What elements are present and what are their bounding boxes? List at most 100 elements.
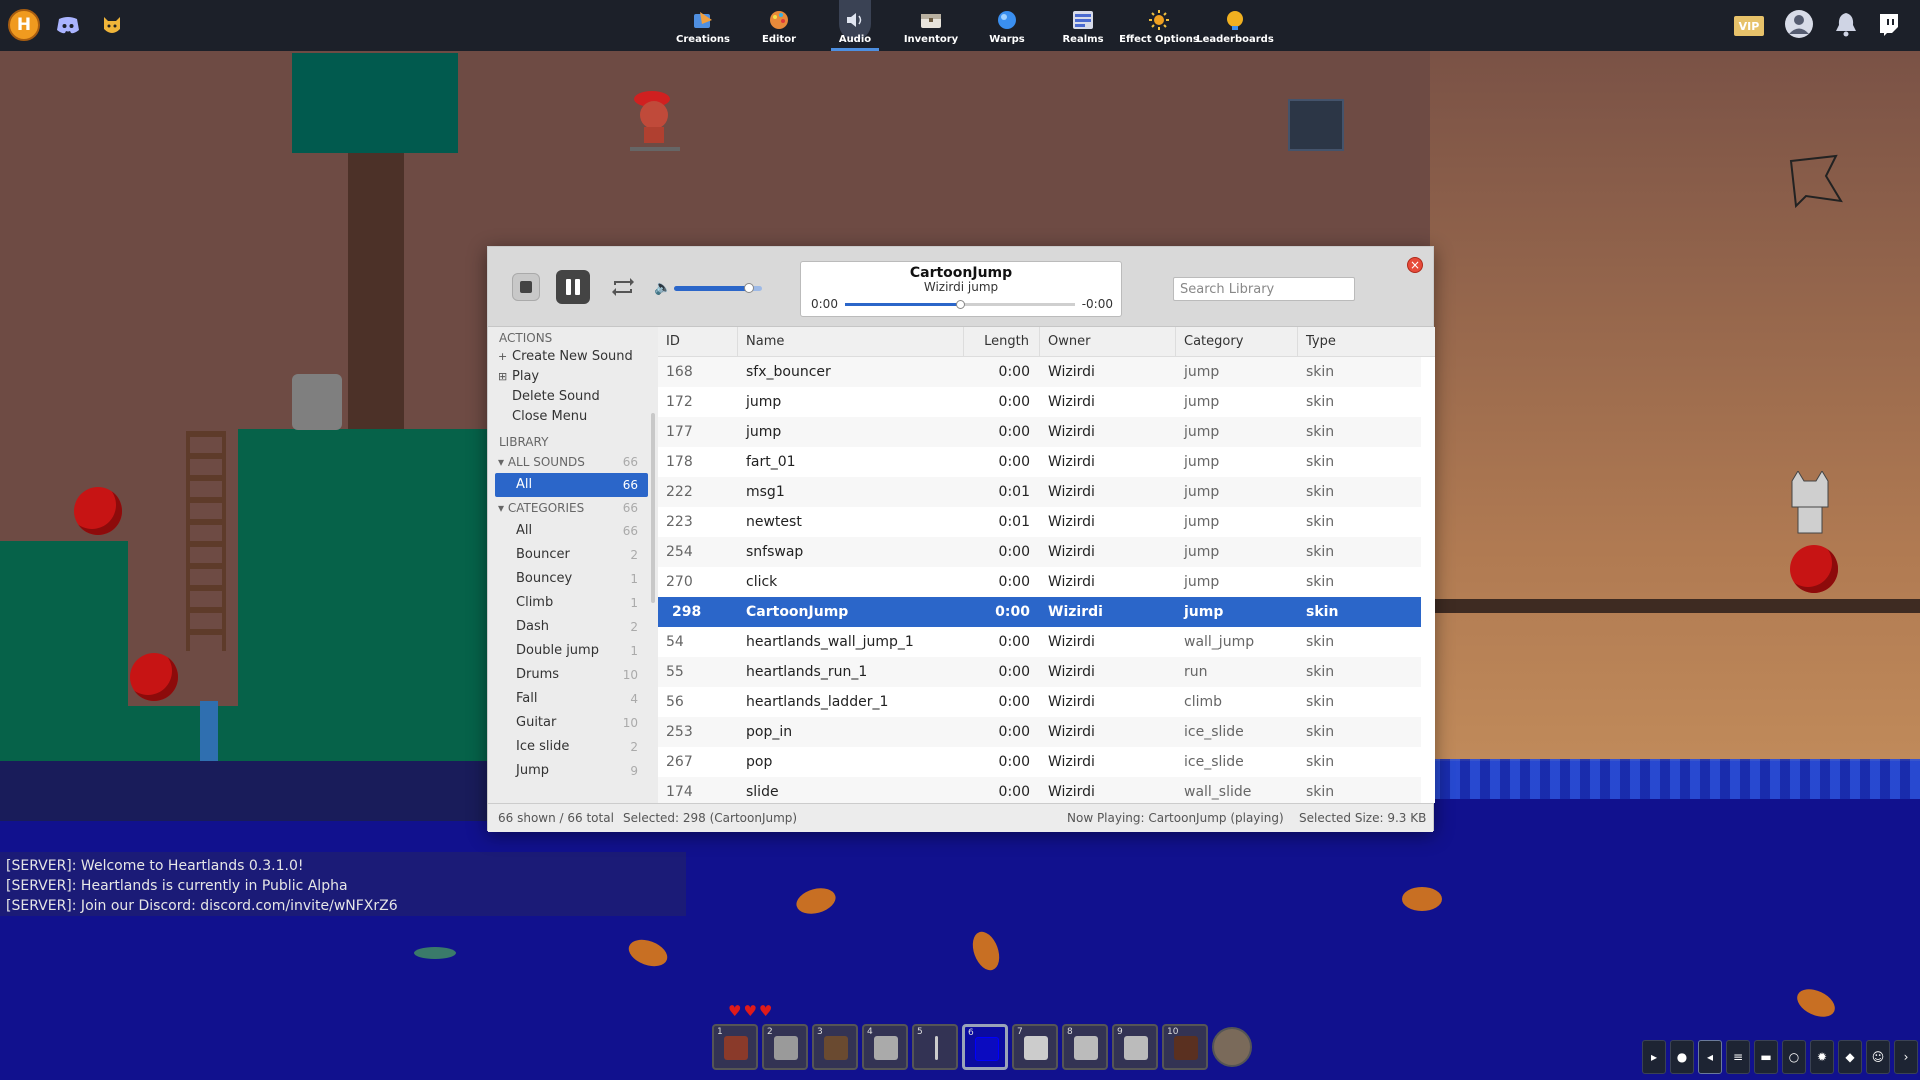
category-item[interactable]: Bouncer 2 xyxy=(488,543,658,567)
cell-id: 267 xyxy=(666,754,693,770)
seek-bar[interactable] xyxy=(845,300,1075,309)
category-item[interactable]: Bouncey 1 xyxy=(488,567,658,591)
heartlands-logo-icon[interactable]: H xyxy=(8,9,40,41)
table-row[interactable]: 253 pop_in 0:00 Wizirdi ice_slide skin xyxy=(658,717,1421,747)
status-now-playing: Now Playing: CartoonJump (playing) xyxy=(1067,811,1284,825)
seek-bar-thumb[interactable] xyxy=(956,300,965,309)
mini-palette-icon[interactable]: ● xyxy=(1670,1040,1694,1074)
hotbar-slot[interactable]: 7 xyxy=(1012,1024,1058,1070)
category-item[interactable]: Ice slide 2 xyxy=(488,735,658,759)
category-item[interactable]: Climb 1 xyxy=(488,591,658,615)
sidebar-scrollbar[interactable] xyxy=(651,413,655,603)
play-action[interactable]: ⊞ Play xyxy=(488,367,658,387)
column-header-type[interactable]: Type xyxy=(1298,327,1408,356)
hotbar-extra-slot[interactable] xyxy=(1212,1027,1252,1067)
main-nav: Creations Editor Audio Inventory Warps R… xyxy=(665,0,1274,51)
hotbar-slot-selected[interactable]: 6 xyxy=(962,1024,1008,1070)
nav-editor[interactable]: Editor xyxy=(741,0,817,51)
library-item-all[interactable]: All 66 xyxy=(495,473,648,497)
mini-creations-icon[interactable]: ▸ xyxy=(1642,1040,1666,1074)
nav-effect-options[interactable]: Effect Options xyxy=(1119,0,1199,51)
category-item[interactable]: Guitar 10 xyxy=(488,711,658,735)
create-new-sound-action[interactable]: + Create New Sound xyxy=(488,347,658,367)
mini-chest-icon[interactable]: ▬ xyxy=(1754,1040,1778,1074)
cell-category: jump xyxy=(1184,364,1220,380)
bell-icon[interactable] xyxy=(1834,11,1858,41)
table-row-selected[interactable]: 298 CartoonJump 0:00 Wizirdi jump skin xyxy=(658,597,1421,627)
cell-name: click xyxy=(746,574,778,590)
nav-leaderboards[interactable]: Leaderboards xyxy=(1196,0,1274,51)
chat-message: [SERVER]: Join our Discord: discord.com/… xyxy=(6,898,398,914)
close-menu-action[interactable]: Close Menu xyxy=(488,407,658,427)
nav-creations[interactable]: Creations xyxy=(665,0,741,51)
volume-icon: 🔈 xyxy=(654,280,672,296)
category-item[interactable]: Jump 9 xyxy=(488,759,658,783)
nav-inventory[interactable]: Inventory xyxy=(893,0,969,51)
mini-layers-icon[interactable]: ◆ xyxy=(1838,1040,1862,1074)
table-row[interactable]: 172 jump 0:00 Wizirdi jump skin xyxy=(658,387,1421,417)
mini-face-icon[interactable]: ☺ xyxy=(1866,1040,1890,1074)
cell-id: 270 xyxy=(666,574,693,590)
table-row[interactable]: 174 slide 0:00 Wizirdi wall_slide skin xyxy=(658,777,1421,803)
nav-warps[interactable]: Warps xyxy=(969,0,1045,51)
hotbar-slot[interactable]: 4 xyxy=(862,1024,908,1070)
stop-button[interactable] xyxy=(512,273,540,301)
plus-icon: + xyxy=(498,350,508,363)
vip-badge[interactable]: VIP xyxy=(1734,16,1764,36)
table-row[interactable]: 267 pop 0:00 Wizirdi ice_slide skin xyxy=(658,747,1421,777)
category-item[interactable]: Double jump 1 xyxy=(488,639,658,663)
cell-owner: Wizirdi xyxy=(1048,724,1095,740)
hotbar-slot[interactable]: 5 xyxy=(912,1024,958,1070)
mini-orb-icon[interactable]: ○ xyxy=(1782,1040,1806,1074)
category-item[interactable]: Dash 2 xyxy=(488,615,658,639)
table-row[interactable]: 55 heartlands_run_1 0:00 Wizirdi run skin xyxy=(658,657,1421,687)
cell-owner: Wizirdi xyxy=(1048,514,1095,530)
close-window-button[interactable]: × xyxy=(1407,257,1423,273)
nav-realms[interactable]: Realms xyxy=(1045,0,1121,51)
column-header-category[interactable]: Category xyxy=(1176,327,1298,356)
volume-slider-thumb[interactable] xyxy=(743,283,754,293)
mini-realms-icon[interactable]: ≡ xyxy=(1726,1040,1750,1074)
quick-tray: ▸ ● ◂ ≡ ▬ ○ ✹ ◆ ☺ › xyxy=(1642,1040,1918,1074)
category-item[interactable]: All 66 xyxy=(488,519,658,543)
profile-icon[interactable] xyxy=(1784,9,1814,43)
table-row[interactable]: 178 fart_01 0:00 Wizirdi jump skin xyxy=(658,447,1421,477)
cell-id: 222 xyxy=(666,484,693,500)
category-item[interactable]: Fall 4 xyxy=(488,687,658,711)
hotbar-slot[interactable]: 1 xyxy=(712,1024,758,1070)
table-row[interactable]: 168 sfx_bouncer 0:00 Wizirdi jump skin xyxy=(658,357,1421,387)
loop-button[interactable] xyxy=(606,270,640,304)
player-character xyxy=(618,81,688,161)
column-header-name[interactable]: Name xyxy=(738,327,964,356)
tiger-icon[interactable] xyxy=(96,9,128,41)
delete-sound-action[interactable]: Delete Sound xyxy=(488,387,658,407)
table-row[interactable]: 254 snfswap 0:00 Wizirdi jump skin xyxy=(658,537,1421,567)
hotbar-slot[interactable]: 2 xyxy=(762,1024,808,1070)
audio-library-window: 🔈 CartoonJump Wizirdi jump 0:00 -0:00 × … xyxy=(487,246,1435,832)
hotbar-slot[interactable]: 10 xyxy=(1162,1024,1208,1070)
hotbar-slot[interactable]: 3 xyxy=(812,1024,858,1070)
search-library-input[interactable] xyxy=(1173,277,1355,301)
table-row[interactable]: 56 heartlands_ladder_1 0:00 Wizirdi climb ski… xyxy=(658,687,1421,717)
table-row[interactable]: 54 heartlands_wall_jump_1 0:00 Wizirdi wall_… xyxy=(658,627,1421,657)
table-row[interactable]: 222 msg1 0:01 Wizirdi jump skin xyxy=(658,477,1421,507)
categories-group[interactable]: ▾ CATEGORIES 66 xyxy=(488,497,658,519)
column-header-owner[interactable]: Owner xyxy=(1040,327,1176,356)
pause-button[interactable] xyxy=(556,270,590,304)
nav-audio[interactable]: Audio xyxy=(817,0,893,51)
table-row[interactable]: 223 newtest 0:01 Wizirdi jump skin xyxy=(658,507,1421,537)
column-header-length[interactable]: Length xyxy=(964,327,1040,356)
column-header-id[interactable]: ID xyxy=(658,327,738,356)
all-sounds-group[interactable]: ▾ ALL SOUNDS 66 xyxy=(488,451,658,473)
mini-speaker-icon[interactable]: ◂ xyxy=(1698,1040,1722,1074)
mini-sun-icon[interactable]: ✹ xyxy=(1810,1040,1834,1074)
table-row[interactable]: 270 click 0:00 Wizirdi jump skin xyxy=(658,567,1421,597)
table-row[interactable]: 177 jump 0:00 Wizirdi jump skin xyxy=(658,417,1421,447)
twitch-icon[interactable] xyxy=(1878,12,1900,40)
mini-chevron-right-icon[interactable]: › xyxy=(1894,1040,1918,1074)
hotbar-slot[interactable]: 9 xyxy=(1112,1024,1158,1070)
volume-slider[interactable] xyxy=(674,283,762,293)
discord-icon[interactable] xyxy=(52,9,84,41)
hotbar-slot[interactable]: 8 xyxy=(1062,1024,1108,1070)
category-item[interactable]: Drums 10 xyxy=(488,663,658,687)
